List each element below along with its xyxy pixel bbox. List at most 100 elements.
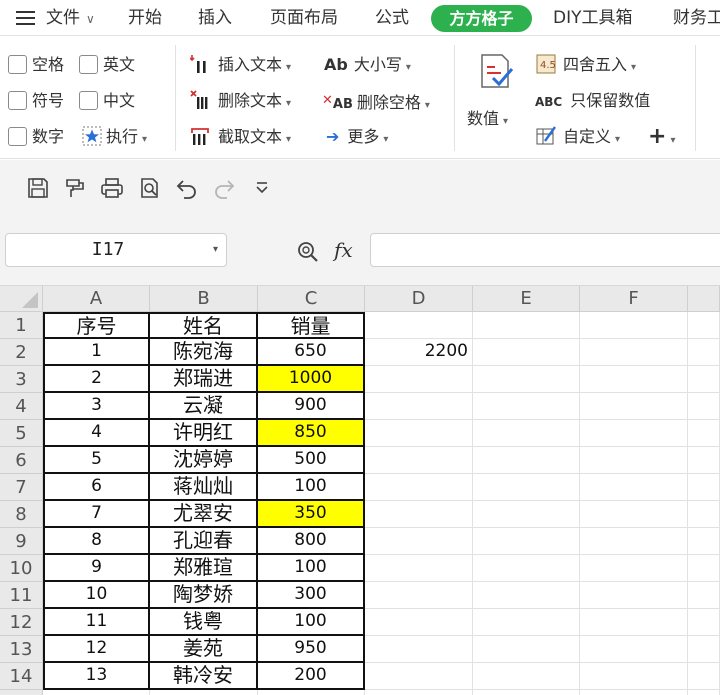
menu-diy-toolbox[interactable]: DIY工具箱 [553,0,633,36]
custom-button[interactable]: 自定义 ▾ [535,125,620,149]
menu-insert[interactable]: 插入 [198,0,232,36]
checkbox-space[interactable]: 空格 [8,53,64,77]
table-cell[interactable] [580,393,688,420]
table-cell[interactable] [580,663,688,690]
row-header[interactable]: 12 [0,609,43,636]
table-cell[interactable]: 钱粤 [150,609,258,636]
print-preview-icon[interactable] [138,176,162,200]
table-cell[interactable] [580,339,688,366]
table-cell[interactable] [150,690,258,695]
table-cell[interactable] [688,555,720,582]
row-header[interactable]: 1 [0,312,43,339]
table-cell[interactable] [473,609,580,636]
table-cell[interactable] [365,312,473,339]
table-cell[interactable] [688,636,720,663]
table-cell[interactable] [688,501,720,528]
table-cell[interactable] [580,582,688,609]
table-cell[interactable] [473,474,580,501]
table-cell[interactable] [688,582,720,609]
table-cell[interactable]: 13 [43,663,150,690]
table-cell[interactable]: 4 [43,420,150,447]
select-all-corner[interactable] [0,286,43,312]
table-cell[interactable] [365,690,473,695]
table-cell[interactable]: 200 [258,663,365,690]
table-cell[interactable] [365,528,473,555]
column-header-partial[interactable] [688,286,720,312]
round-button[interactable]: 4.5 四舍五入 ▾ [535,53,636,77]
table-cell[interactable]: 郑雅瑄 [150,555,258,582]
menu-fangfang-tab[interactable]: 方方格子 [431,5,532,32]
table-cell[interactable]: 云凝 [150,393,258,420]
table-cell[interactable] [688,366,720,393]
customize-toolbar-icon[interactable] [250,176,274,200]
extract-text-button[interactable]: 截取文本 ▾ [190,125,291,149]
row-header[interactable]: 6 [0,447,43,474]
table-cell[interactable]: 陈宛海 [150,339,258,366]
table-cell[interactable] [580,312,688,339]
table-cell[interactable] [365,447,473,474]
table-cell[interactable] [688,690,720,695]
table-cell[interactable]: 郑瑞进 [150,366,258,393]
table-cell[interactable] [688,447,720,474]
table-cell[interactable] [688,474,720,501]
table-cell[interactable] [580,501,688,528]
undo-icon[interactable] [175,176,199,200]
table-cell[interactable]: 100 [258,474,365,501]
print-icon[interactable] [100,176,124,200]
table-cell[interactable]: 650 [258,339,365,366]
table-cell[interactable] [688,420,720,447]
table-cell[interactable] [365,420,473,447]
table-cell[interactable]: 2200 [365,339,473,366]
add-button[interactable]: + ▾ [648,125,675,149]
table-cell[interactable] [473,501,580,528]
table-cell[interactable]: 孔迎春 [150,528,258,555]
table-cell[interactable]: 许明红 [150,420,258,447]
table-cell[interactable]: 11 [43,609,150,636]
table-cell[interactable] [580,420,688,447]
checkbox-chinese[interactable]: 中文 [79,89,135,113]
name-box[interactable]: I17 ▾ [5,233,227,267]
row-header[interactable]: 8 [0,501,43,528]
table-cell[interactable] [365,501,473,528]
table-cell[interactable] [365,555,473,582]
table-cell[interactable] [43,690,150,695]
case-button[interactable]: Ab 大小写 ▾ [324,53,411,77]
table-cell[interactable] [473,420,580,447]
row-header[interactable]: 5 [0,420,43,447]
table-cell[interactable]: 12 [43,636,150,663]
table-cell[interactable] [473,339,580,366]
menu-page-layout[interactable]: 页面布局 [270,0,338,36]
table-cell[interactable]: 蒋灿灿 [150,474,258,501]
table-cell[interactable] [580,636,688,663]
table-cell[interactable]: 销量 [258,312,365,339]
table-cell[interactable]: 1000 [258,366,365,393]
table-cell[interactable] [580,366,688,393]
menu-file[interactable]: 文件 ∨ [46,0,95,36]
table-cell[interactable] [580,528,688,555]
table-cell[interactable]: 900 [258,393,365,420]
table-cell[interactable]: 5 [43,447,150,474]
table-cell[interactable]: 序号 [43,312,150,339]
row-header[interactable]: 11 [0,582,43,609]
table-cell[interactable] [365,393,473,420]
delete-text-button[interactable]: 删除文本 ▾ [190,89,291,113]
save-icon[interactable] [26,176,50,200]
table-cell[interactable]: 7 [43,501,150,528]
table-cell[interactable] [473,366,580,393]
table-cell[interactable] [473,555,580,582]
table-cell[interactable]: 9 [43,555,150,582]
table-cell[interactable]: 300 [258,582,365,609]
row-header[interactable]: 13 [0,636,43,663]
table-cell[interactable] [365,474,473,501]
column-header-e[interactable]: E [473,286,580,312]
table-cell[interactable] [365,636,473,663]
checkbox-symbol[interactable]: 符号 [8,89,64,113]
table-cell[interactable] [473,528,580,555]
table-cell[interactable] [688,609,720,636]
table-cell[interactable] [473,447,580,474]
column-header-a[interactable]: A [43,286,150,312]
table-cell[interactable] [580,690,688,695]
table-cell[interactable] [688,312,720,339]
table-cell[interactable]: 350 [258,501,365,528]
hamburger-menu-icon[interactable] [16,11,35,25]
